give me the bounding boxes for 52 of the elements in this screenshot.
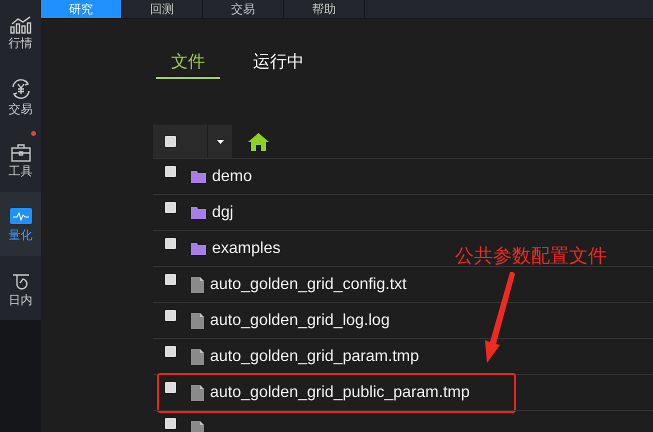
checkbox[interactable] <box>165 274 176 285</box>
checkbox[interactable] <box>165 166 176 177</box>
file-icon <box>191 312 204 328</box>
dropdown-button[interactable] <box>208 125 232 158</box>
toolbox-icon <box>10 144 30 162</box>
file-name: dgj <box>212 202 234 222</box>
home-icon <box>248 132 269 150</box>
file-name: auto_golden_grid_config.txt <box>210 274 407 294</box>
folder-icon <box>191 206 206 219</box>
yen-cycle-icon <box>10 78 32 100</box>
sidebar-item[interactable]: 交易 <box>0 64 41 128</box>
sidebar-label: 交易 <box>8 102 32 114</box>
select-all-box[interactable] <box>153 125 207 158</box>
sidebar-item[interactable]: 量化 <box>0 192 41 256</box>
sub-tab[interactable]: 文件 <box>156 47 220 79</box>
bar-chart-icon <box>10 16 32 34</box>
file-name: auto_golden_grid_param.tmp <box>210 346 420 366</box>
sub-tab[interactable]: 运行中 <box>238 47 319 79</box>
file-icon <box>191 420 204 432</box>
folder-icon <box>191 242 206 255</box>
checkbox[interactable] <box>165 136 176 147</box>
sidebar-item[interactable]: 日内 <box>0 256 41 320</box>
top-tab[interactable]: 回测 <box>122 0 203 18</box>
file-row[interactable]: dgj <box>153 194 653 230</box>
sidebar-label: 量化 <box>8 228 32 240</box>
folder-icon <box>191 170 206 183</box>
checkbox[interactable] <box>165 238 176 249</box>
sidebar-label: 工具 <box>8 164 32 176</box>
checkbox[interactable] <box>165 418 176 429</box>
file-name: auto_golden_grid_log.log <box>210 310 390 330</box>
file-row[interactable]: auto_golden_grid_public_param.tmp <box>153 374 653 410</box>
file-name: auto_golden_grid_public_param.tmp <box>210 382 470 402</box>
file-name: demo <box>212 166 252 186</box>
file-icon <box>191 276 204 292</box>
file-name: examples <box>212 238 280 258</box>
file-icon <box>191 348 204 364</box>
top-tab[interactable]: 帮助 <box>284 0 365 18</box>
top-tab[interactable]: 交易 <box>203 0 284 18</box>
checkbox[interactable] <box>165 202 176 213</box>
file-row[interactable]: demo <box>153 158 653 194</box>
checkbox[interactable] <box>165 382 176 393</box>
checkbox[interactable] <box>165 346 176 357</box>
sidebar-item[interactable]: 工具 <box>0 128 41 192</box>
sidebar-label: 行情 <box>8 36 32 48</box>
checkbox[interactable] <box>165 310 176 321</box>
sidebar-item[interactable]: 行情 <box>0 0 41 64</box>
file-icon <box>191 384 204 400</box>
home-button[interactable] <box>248 132 269 150</box>
sidebar-label: 日内 <box>8 294 32 306</box>
caret-icon <box>216 140 224 144</box>
annotation-label: 公共参数配置文件 <box>455 247 607 266</box>
waveform-monitor-icon <box>10 208 32 226</box>
